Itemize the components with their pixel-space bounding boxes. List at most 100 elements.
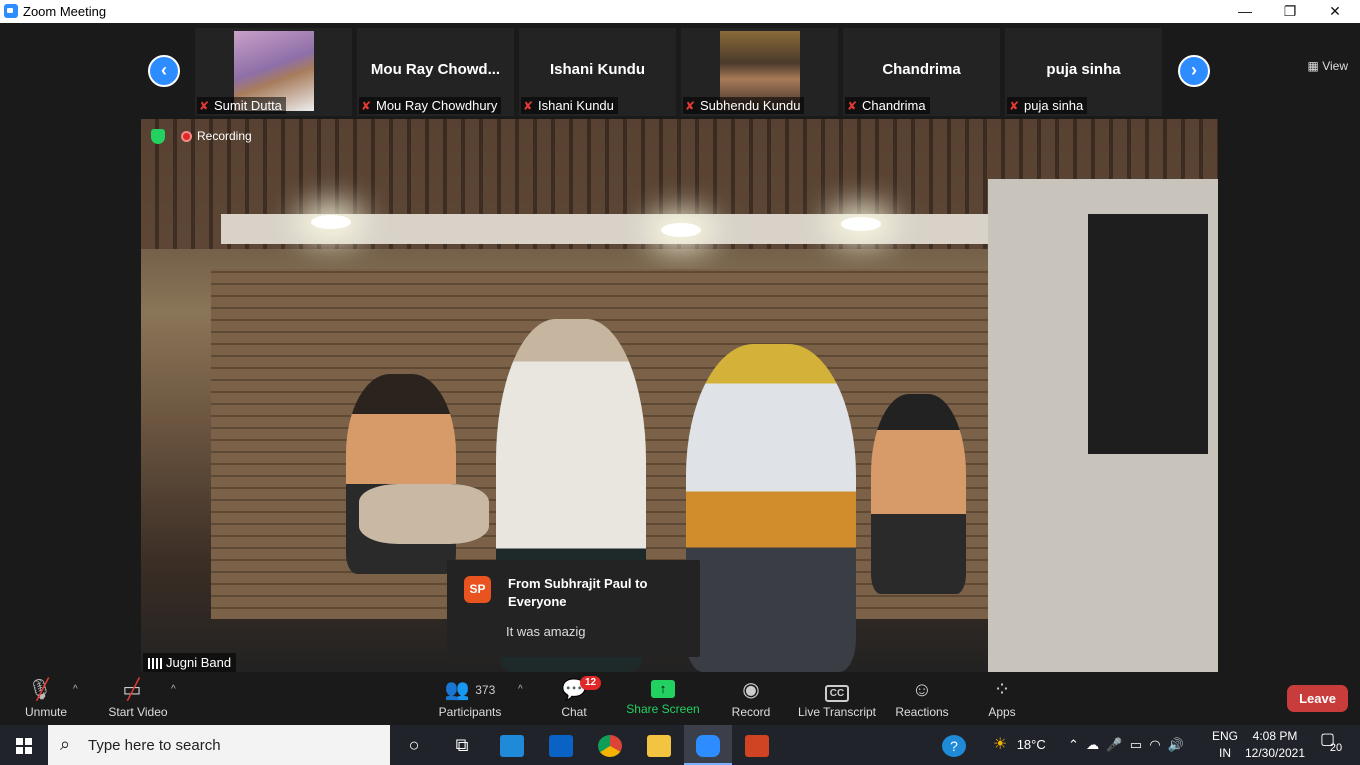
cortana-circle-icon: ○ <box>408 735 420 755</box>
leave-button[interactable]: Leave <box>1287 685 1348 712</box>
weather-sun-icon: ☀ <box>993 736 1008 753</box>
powerpoint-icon <box>745 735 769 758</box>
signal-bars-icon <box>148 658 162 670</box>
meeting-toolbar: 🎙╱ Unmute ^ ▭╱ Start Video ^ 👥 373 Parti… <box>0 672 1360 725</box>
windows-taskbar: ⌕ Type here to search ○ ⧉ ? ☀ 18°C ⌃ ☁ 🎤… <box>0 725 1360 765</box>
wifi-icon: ◠ <box>1149 737 1161 752</box>
restore-button[interactable]: ❐ <box>1267 0 1313 23</box>
minimize-button[interactable]: — <box>1222 0 1268 23</box>
help-icon: ? <box>942 735 966 758</box>
mic-muted-icon: ✘ <box>1009 99 1020 113</box>
chat-notification[interactable]: SP From Subhrajit Paul to Everyone It wa… <box>447 560 700 657</box>
apps-icon: ⁘ <box>993 679 1011 701</box>
audio-options-caret[interactable]: ^ <box>73 684 78 695</box>
next-page-button[interactable]: › <box>1178 55 1210 87</box>
participant-tile[interactable]: ✘ Subhendu Kundu <box>681 28 838 116</box>
notification-center[interactable]: ▢ 20 <box>1318 731 1342 755</box>
zoom-app[interactable] <box>684 725 732 765</box>
outlook-app[interactable] <box>537 725 585 765</box>
chat-unread-badge: 12 <box>580 676 602 690</box>
video-options-caret[interactable]: ^ <box>171 684 176 695</box>
participant-tile[interactable]: ✘ Sumit Dutta <box>195 28 352 116</box>
participant-label: ✘ Sumit Dutta <box>197 97 286 114</box>
participant-tile[interactable]: Chandrima ✘ Chandrima <box>843 28 1000 116</box>
share-arrow-icon: ↑ <box>651 680 675 698</box>
participants-icon: 👥 <box>444 679 470 701</box>
chat-message: It was amazig <box>506 624 586 639</box>
participant-tile[interactable]: Ishani Kundu ✘ Ishani Kundu <box>519 28 676 116</box>
start-button[interactable] <box>0 725 48 765</box>
participant-label: ✘ Mou Ray Chowdhury <box>359 97 502 114</box>
windows-logo-icon <box>16 738 32 754</box>
speaker-icon: 🔊 <box>1167 737 1185 752</box>
help-button[interactable]: ? <box>930 725 978 765</box>
taskbar-clock[interactable]: 4:08 PM 12/30/2021 <box>1238 728 1312 762</box>
record-icon: ◉ <box>742 679 760 701</box>
mic-muted-icon: ✘ <box>685 99 696 113</box>
avatar: SP <box>464 576 491 603</box>
weather-widget[interactable]: ☀ 18°C <box>993 725 1046 765</box>
participant-name: puja sinha <box>1046 61 1121 78</box>
language-indicator[interactable]: ENG IN <box>1212 728 1238 762</box>
mic-muted-icon: 🎙╱ <box>27 679 53 701</box>
search-icon: ⌕ <box>60 734 71 754</box>
participant-tile[interactable]: Mou Ray Chowd... ✘ Mou Ray Chowdhury <box>357 28 514 116</box>
outlook-icon <box>549 735 573 758</box>
chrome-icon <box>598 735 622 758</box>
speaker-name-label: Jugni Band <box>143 653 237 672</box>
participant-label: ✘ Ishani Kundu <box>521 97 618 114</box>
apps-button[interactable]: ⁘ Apps <box>984 672 1020 725</box>
zoom-icon <box>696 735 720 758</box>
task-view-button[interactable]: ⧉ <box>438 725 486 765</box>
participant-label: ✘ puja sinha <box>1007 97 1088 114</box>
participant-label: ✘ Chandrima <box>845 97 930 114</box>
participant-name: Mou Ray Chowd... <box>370 61 501 78</box>
smiley-icon: ☺ <box>911 679 933 701</box>
cortana-button[interactable]: ○ <box>390 725 438 765</box>
gallery-strip: ‹ ✘ Sumit Dutta Mou Ray Chowd... ✘ Mou Ray… <box>0 23 1360 119</box>
participants-count: 373 <box>475 683 496 697</box>
file-explorer-app[interactable] <box>635 725 683 765</box>
participant-name: Chandrima <box>882 61 961 78</box>
mic-muted-icon: ✘ <box>199 99 210 113</box>
folder-icon <box>647 735 671 758</box>
mic-muted-icon: ✘ <box>361 99 372 113</box>
cloud-icon: ☁ <box>1086 737 1100 752</box>
chevron-right-icon: › <box>1191 60 1197 80</box>
powerpoint-app[interactable] <box>733 725 781 765</box>
start-video-button[interactable]: ▭╱ Start Video <box>103 672 173 725</box>
zoom-logo-icon <box>4 4 18 18</box>
participant-tile[interactable]: puja sinha ✘ puja sinha <box>1005 28 1162 116</box>
title-bar: Zoom Meeting — ❐ ✕ <box>0 0 1360 23</box>
participants-options-caret[interactable]: ^ <box>518 684 523 695</box>
chevron-left-icon: ‹ <box>161 60 167 80</box>
battery-icon: ▭ <box>1129 737 1143 752</box>
search-placeholder: Type here to search <box>88 737 221 754</box>
mail-app[interactable] <box>488 725 536 765</box>
microphone-icon: 🎤 <box>1106 737 1123 752</box>
reactions-button[interactable]: ☺ Reactions <box>894 672 950 725</box>
grid-icon: ▦ <box>1307 59 1323 73</box>
chat-button[interactable]: 💬 12 Chat <box>554 672 602 725</box>
participants-button[interactable]: 👥 373 Participants <box>436 672 504 725</box>
mic-muted-icon: ✘ <box>523 99 534 113</box>
taskbar-search[interactable]: ⌕ Type here to search <box>48 725 390 765</box>
recording-icon <box>181 131 192 143</box>
unmute-button[interactable]: 🎙╱ Unmute <box>18 672 74 725</box>
participant-name: Ishani Kundu <box>550 61 645 78</box>
share-screen-button[interactable]: ↑ Share Screen <box>624 672 702 725</box>
task-view-icon: ⧉ <box>455 735 469 755</box>
video-off-icon: ▭╱ <box>122 679 142 701</box>
record-button[interactable]: ◉ Record <box>728 672 774 725</box>
mic-muted-icon: ✘ <box>847 99 858 113</box>
close-button[interactable]: ✕ <box>1312 0 1358 23</box>
chrome-app[interactable] <box>586 725 634 765</box>
system-tray-icons[interactable]: ⌃ ☁ 🎤 ▭ ◠ 🔊 <box>1068 725 1184 765</box>
prev-page-button[interactable]: ‹ <box>148 55 180 87</box>
closed-caption-icon: CC <box>824 685 850 702</box>
live-transcript-button[interactable]: CC Live Transcript <box>796 672 878 725</box>
view-button[interactable]: ▦ View <box>1308 59 1348 73</box>
participant-label: ✘ Subhendu Kundu <box>683 97 805 114</box>
window-title: Zoom Meeting <box>23 4 107 19</box>
encryption-shield-icon <box>151 129 165 145</box>
